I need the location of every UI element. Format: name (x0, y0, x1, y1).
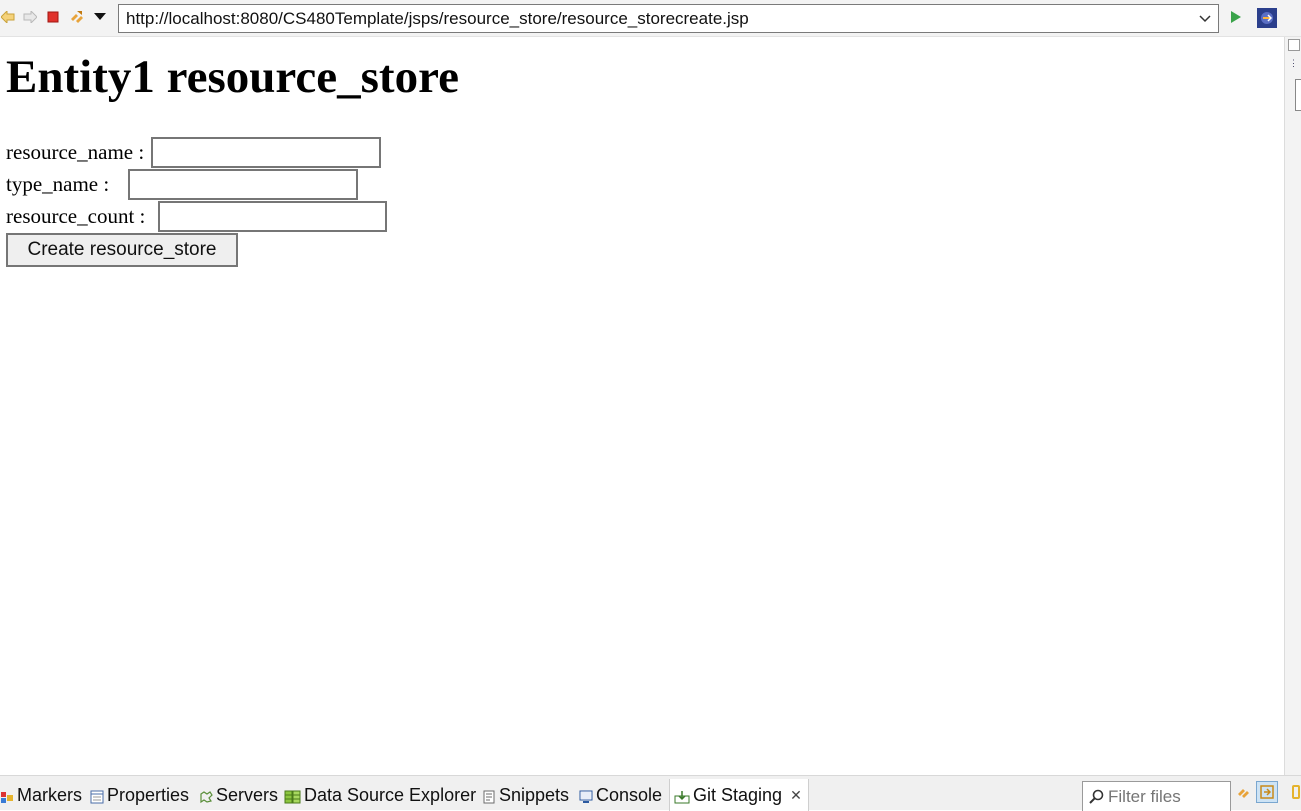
commit-icon[interactable] (1292, 785, 1300, 799)
resource-name-row: resource_name : (6, 136, 382, 168)
create-resource-store-button[interactable]: Create resource_store (6, 233, 238, 267)
link-icon[interactable] (1236, 785, 1250, 799)
tab-label: Console (596, 784, 663, 805)
search-icon (1088, 789, 1104, 805)
console-icon (579, 788, 593, 803)
tab-label: Git Staging (693, 784, 783, 805)
tab-label: Servers (216, 784, 279, 805)
tab-label: Properties (107, 784, 190, 805)
browser-toolbar (0, 0, 1301, 37)
properties-icon (90, 788, 104, 804)
markers-icon (0, 788, 14, 803)
tab-git-staging[interactable]: Git Staging ✕ (669, 779, 809, 811)
refresh-icon[interactable] (68, 9, 84, 25)
resource-count-label: resource_count : (6, 203, 146, 228)
stop-icon[interactable] (45, 9, 61, 25)
git-staging-icon (674, 788, 690, 804)
tab-servers[interactable]: Servers (199, 780, 278, 810)
page-content: Entity1 resource_store resource_name : t… (0, 37, 1283, 775)
type-name-label: type_name : (6, 171, 110, 196)
resource-count-input[interactable] (158, 200, 388, 232)
forward-icon[interactable] (22, 9, 38, 25)
url-input[interactable] (119, 5, 1186, 32)
filter-files-input[interactable] (1104, 786, 1226, 807)
tab-properties[interactable]: Properties (90, 780, 189, 810)
go-icon[interactable] (1228, 9, 1244, 25)
menu-dropdown-icon[interactable] (92, 9, 108, 25)
close-icon[interactable]: ✕ (790, 787, 802, 804)
bottom-panel-tabs: Markers Properties Servers Data Source E… (0, 775, 1301, 811)
panel-handle[interactable] (1295, 79, 1301, 111)
back-icon[interactable] (0, 9, 16, 25)
side-panel-strip: ⋮ (1284, 37, 1301, 775)
tab-label: Snippets (499, 784, 570, 805)
tab-snippets[interactable]: Snippets (482, 780, 569, 810)
restore-icon[interactable] (1288, 39, 1300, 51)
tab-label: Data Source Explorer (304, 784, 477, 805)
tab-markers[interactable]: Markers (0, 780, 82, 810)
resource-name-input[interactable] (151, 136, 382, 168)
chevron-down-icon[interactable] (1198, 11, 1212, 25)
type-name-row: type_name : (6, 168, 359, 200)
toggle-view-icon[interactable] (1256, 781, 1278, 803)
servers-icon (199, 788, 213, 804)
url-bar[interactable] (118, 4, 1219, 33)
tab-label: Markers (17, 784, 83, 805)
snippets-icon (482, 788, 496, 804)
data-source-icon (284, 788, 301, 804)
eclipse-icon[interactable] (1257, 8, 1277, 28)
tab-console[interactable]: Console (579, 780, 662, 810)
resource-name-label: resource_name : (6, 139, 145, 164)
resource-count-row: resource_count : (6, 200, 388, 232)
bookmark-icon[interactable]: ⋮ (1289, 59, 1298, 68)
page-title: Entity1 resource_store (6, 51, 459, 103)
type-name-input[interactable] (128, 168, 359, 200)
filter-files-box[interactable] (1082, 781, 1231, 811)
tab-data-source-explorer[interactable]: Data Source Explorer (284, 780, 476, 810)
